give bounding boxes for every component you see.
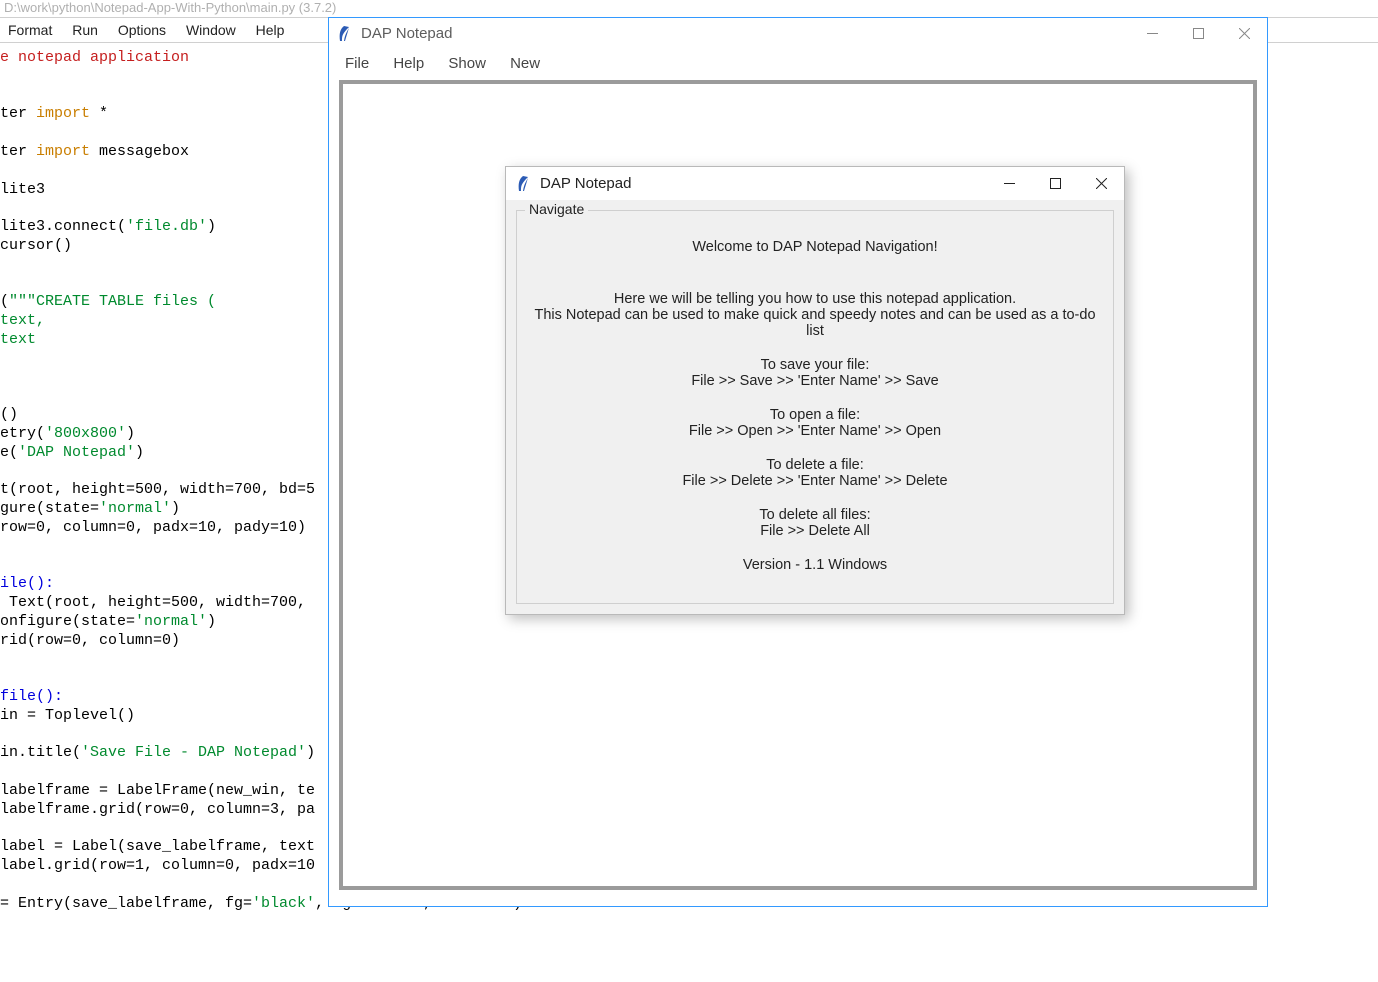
ide-menu-help[interactable]: Help [248, 22, 293, 38]
navigate-save-body: File >> Save >> 'Enter Name' >> Save [527, 373, 1103, 389]
ide-menu-window[interactable]: Window [178, 22, 244, 38]
ide-menu-run[interactable]: Run [64, 22, 106, 38]
ide-menu-format[interactable]: Format [0, 22, 60, 38]
navigate-delete-body: File >> Delete >> 'Enter Name' >> Delete [527, 473, 1103, 489]
dialog-minimize-button[interactable] [986, 167, 1032, 200]
notepad-menu-help[interactable]: Help [383, 55, 434, 72]
navigate-welcome: Welcome to DAP Notepad Navigation! [527, 239, 1103, 255]
window-controls [1129, 18, 1267, 49]
dialog-maximize-button[interactable] [1032, 167, 1078, 200]
ide-menu-options[interactable]: Options [110, 22, 174, 38]
navigate-deleteall-body: File >> Delete All [527, 523, 1103, 539]
dialog-window-controls [986, 167, 1124, 200]
feather-icon [516, 175, 530, 193]
navigate-open-body: File >> Open >> 'Enter Name' >> Open [527, 423, 1103, 439]
close-button[interactable] [1221, 18, 1267, 49]
maximize-button[interactable] [1175, 18, 1221, 49]
ide-titlebar: D:\work\python\Notepad-App-With-Python\m… [0, 0, 1378, 17]
notepad-titlebar[interactable]: DAP Notepad [329, 18, 1267, 49]
dialog-title: DAP Notepad [540, 175, 631, 192]
navigate-dialog: DAP Notepad Navigate Welcome to DAP Note… [505, 166, 1125, 615]
navigate-legend: Navigate [525, 201, 588, 217]
notepad-menu-new[interactable]: New [500, 55, 550, 72]
navigate-save-heading: To save your file: [527, 357, 1103, 373]
minimize-button[interactable] [1129, 18, 1175, 49]
notepad-menubar: File Help Show New [329, 49, 1267, 80]
dialog-close-button[interactable] [1078, 167, 1124, 200]
navigate-intro-1: Here we will be telling you how to use t… [527, 291, 1103, 307]
navigate-intro-2: This Notepad can be used to make quick a… [527, 307, 1103, 339]
dialog-titlebar[interactable]: DAP Notepad [506, 167, 1124, 200]
navigate-open-heading: To open a file: [527, 407, 1103, 423]
notepad-title: DAP Notepad [361, 25, 452, 42]
navigate-groupbox: Navigate Welcome to DAP Notepad Navigati… [516, 210, 1114, 604]
navigate-deleteall-heading: To delete all files: [527, 507, 1103, 523]
navigate-body: Welcome to DAP Notepad Navigation! Here … [527, 239, 1103, 573]
feather-icon [337, 25, 351, 43]
navigate-delete-heading: To delete a file: [527, 457, 1103, 473]
navigate-version: Version - 1.1 Windows [527, 557, 1103, 573]
notepad-menu-file[interactable]: File [335, 55, 379, 72]
notepad-menu-show[interactable]: Show [438, 55, 496, 72]
